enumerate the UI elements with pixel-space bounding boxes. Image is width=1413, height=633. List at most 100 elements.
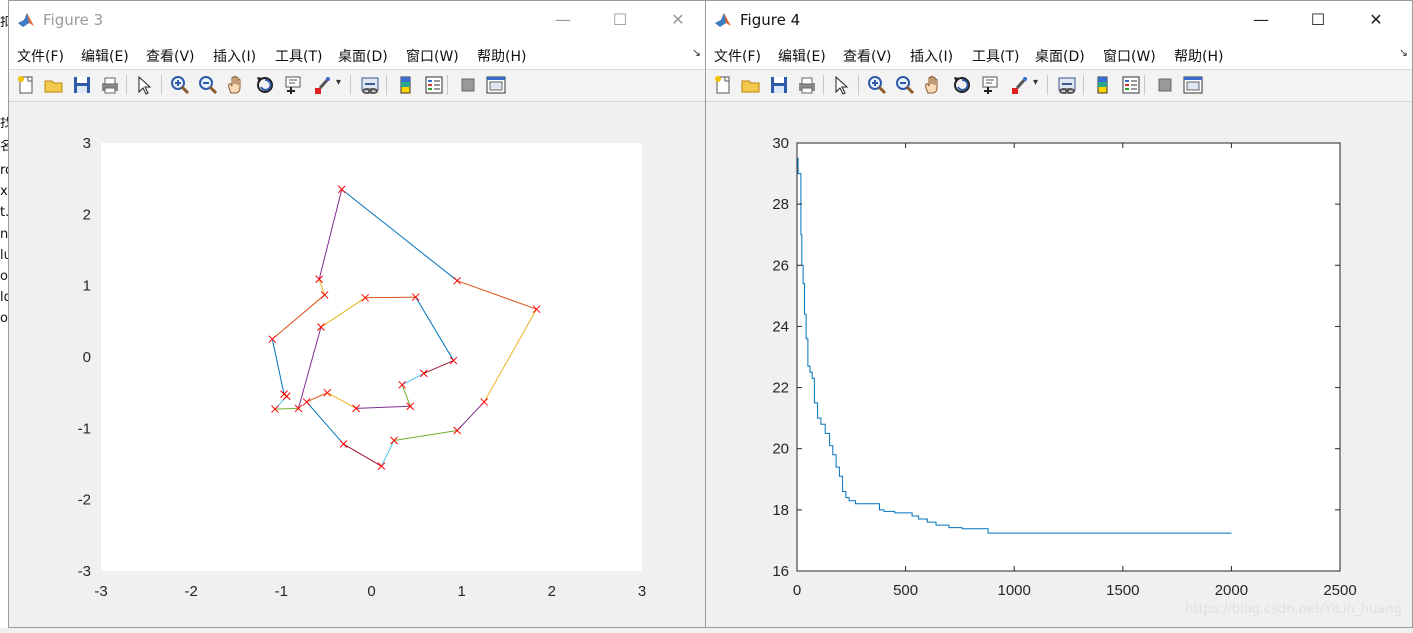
x-tick-label: 1 [457, 583, 465, 600]
minimize-button[interactable]: — [548, 7, 578, 33]
zoom-in-icon[interactable] [169, 74, 191, 96]
menu-view[interactable]: 查看(V) [146, 46, 195, 66]
toolbar-separator [1047, 75, 1048, 95]
menu-overflow-icon[interactable]: ↘ [692, 46, 701, 59]
figure-4-window: Figure 4 — ☐ ✕ 文件(F) 编辑(E) 查看(V) 插入(I) 工… [705, 0, 1413, 628]
rotate-3d-icon[interactable] [254, 74, 276, 96]
y-tick-label: 2 [83, 206, 91, 223]
brush-dropdown-icon[interactable]: ▾ [1033, 77, 1038, 88]
maximize-button[interactable]: ☐ [1303, 7, 1333, 33]
menu-tools[interactable]: 工具(T) [972, 46, 1019, 66]
save-icon[interactable] [71, 74, 93, 96]
title-bar[interactable]: Figure 3 — ☐ ✕ [9, 1, 705, 39]
zoom-out-icon[interactable] [894, 74, 916, 96]
x-tick-label: 2 [548, 583, 556, 600]
maximize-button[interactable]: ☐ [605, 7, 635, 33]
open-file-icon[interactable] [43, 74, 65, 96]
x-tick-label: 2500 [1323, 582, 1356, 599]
menu-window[interactable]: 窗口(W) [406, 46, 459, 66]
print-icon[interactable] [99, 74, 121, 96]
colorbar-icon[interactable] [395, 74, 417, 96]
y-tick-label: 24 [772, 318, 789, 335]
close-button[interactable]: ✕ [1361, 7, 1391, 33]
axes-area[interactable] [796, 142, 1341, 572]
menu-overflow-icon[interactable]: ↘ [1399, 46, 1408, 59]
show-plot-tools-icon[interactable] [1182, 74, 1204, 96]
close-button[interactable]: ✕ [663, 7, 693, 33]
minimize-button[interactable]: — [1246, 7, 1276, 33]
select-arrow-icon[interactable] [830, 74, 852, 96]
menu-insert[interactable]: 插入(I) [213, 46, 256, 66]
y-tick-label: 22 [772, 380, 789, 397]
save-icon[interactable] [768, 74, 790, 96]
menu-window[interactable]: 窗口(W) [1103, 46, 1156, 66]
menu-bar: 文件(F) 编辑(E) 查看(V) 插入(I) 工具(T) 桌面(D) 窗口(W… [9, 39, 705, 70]
matlab-icon [18, 13, 34, 27]
x-tick-label: 1000 [998, 582, 1031, 599]
matlab-icon [715, 13, 731, 27]
menu-edit[interactable]: 编辑(E) [778, 46, 826, 66]
toolbar-separator [447, 75, 448, 95]
menu-edit[interactable]: 编辑(E) [81, 46, 129, 66]
new-figure-icon[interactable] [15, 74, 37, 96]
x-tick-label: 2000 [1215, 582, 1248, 599]
x-tick-label: 0 [793, 582, 801, 599]
zoom-out-icon[interactable] [197, 74, 219, 96]
legend-icon[interactable] [1120, 74, 1142, 96]
pan-hand-icon[interactable] [225, 74, 247, 96]
watermark: https://blog.csdn.net/YiLin_huang [1185, 602, 1402, 617]
zoom-in-icon[interactable] [866, 74, 888, 96]
menu-desktop[interactable]: 桌面(D) [1035, 46, 1085, 66]
brush-dropdown-icon[interactable]: ▾ [336, 77, 341, 88]
x-tick-label: -1 [275, 583, 288, 600]
menu-file[interactable]: 文件(F) [714, 46, 761, 66]
brush-icon[interactable] [311, 74, 333, 96]
y-tick-label: 28 [772, 196, 789, 213]
toolbar-separator [1083, 75, 1084, 95]
show-plot-tools-icon[interactable] [485, 74, 507, 96]
data-cursor-icon[interactable] [283, 74, 305, 96]
y-tick-label: 20 [772, 441, 789, 458]
link-icon[interactable] [1056, 74, 1078, 96]
hide-plot-tools-icon[interactable] [1154, 74, 1176, 96]
window-title: Figure 3 [43, 11, 104, 29]
y-tick-label: -3 [78, 563, 91, 580]
rotate-3d-icon[interactable] [951, 74, 973, 96]
colorbar-icon[interactable] [1092, 74, 1114, 96]
select-arrow-icon[interactable] [133, 74, 155, 96]
axes-area[interactable] [101, 143, 642, 571]
menu-bar: 文件(F) 编辑(E) 查看(V) 插入(I) 工具(T) 桌面(D) 窗口(W… [706, 39, 1412, 70]
y-tick-label: 26 [772, 257, 789, 274]
window-title: Figure 4 [740, 11, 801, 29]
link-icon[interactable] [359, 74, 381, 96]
print-icon[interactable] [796, 74, 818, 96]
open-file-icon[interactable] [740, 74, 762, 96]
x-tick-label: 3 [638, 583, 646, 600]
toolbar-separator [1144, 75, 1145, 95]
menu-file[interactable]: 文件(F) [17, 46, 64, 66]
menu-insert[interactable]: 插入(I) [910, 46, 953, 66]
y-tick-label: 3 [83, 135, 91, 152]
title-bar[interactable]: Figure 4 — ☐ ✕ [706, 1, 1412, 39]
x-tick-label: -3 [94, 583, 107, 600]
menu-help[interactable]: 帮助(H) [1174, 46, 1223, 66]
menu-help[interactable]: 帮助(H) [477, 46, 526, 66]
y-tick-label: -2 [78, 492, 91, 509]
toolbar-separator [386, 75, 387, 95]
tour-plot: -3 -2 -1 0 1 2 3 -3 -2 -1 0 1 2 3 [78, 135, 647, 600]
new-figure-icon[interactable] [712, 74, 734, 96]
hide-plot-tools-icon[interactable] [457, 74, 479, 96]
y-tick-label: 0 [83, 349, 91, 366]
menu-view[interactable]: 查看(V) [843, 46, 892, 66]
tour-segment [275, 407, 299, 410]
y-tick-label: 16 [772, 563, 789, 580]
data-cursor-icon[interactable] [980, 74, 1002, 96]
legend-icon[interactable] [423, 74, 445, 96]
figure-3-window: Figure 3 — ☐ ✕ 文件(F) 编辑(E) 查看(V) 插入(I) 工… [8, 0, 706, 628]
menu-tools[interactable]: 工具(T) [275, 46, 322, 66]
y-tick-label: -1 [78, 420, 91, 437]
toolbar-separator [823, 75, 824, 95]
pan-hand-icon[interactable] [922, 74, 944, 96]
brush-icon[interactable] [1008, 74, 1030, 96]
menu-desktop[interactable]: 桌面(D) [338, 46, 388, 66]
